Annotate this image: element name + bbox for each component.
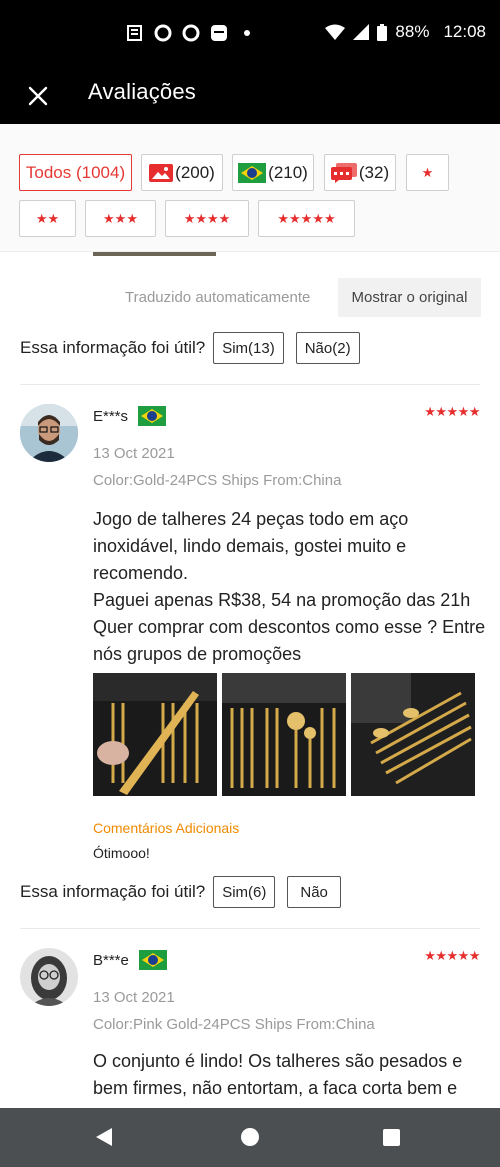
no-button[interactable]: Não(2) [295,332,360,364]
filter-photos[interactable]: (200) [141,154,223,191]
useful-question: Essa informação foi útil? [20,882,206,901]
home-icon[interactable] [241,1128,259,1146]
review-photo-1[interactable] [93,673,217,796]
yes-button[interactable]: Sim(6) [213,876,276,908]
filter-comments-count: (32) [358,162,390,182]
recents-icon[interactable] [383,1129,400,1146]
review-photo-2[interactable] [222,673,346,796]
more-notifications-icon [244,30,250,36]
filter-brazil[interactable]: (210) [232,154,314,191]
close-button[interactable] [18,76,58,116]
review-text: O conjunto é lindo! Os talheres são pesa… [93,1051,463,1098]
filter-comments[interactable]: (32) [324,154,396,191]
auto-translated-label: Traduzido automaticamente [125,289,311,306]
review-variant: Color:Pink Gold-24PCS Ships From:China [93,1016,375,1033]
rating-stars: ★★★★★ [424,404,480,419]
review-date: 13 Oct 2021 [93,989,175,1006]
star-icon: ★ [421,164,434,180]
status-bar: 88% 12:08 [0,0,500,68]
brazil-flag-icon [138,406,167,426]
battery-percent: 88% [395,22,430,41]
review-variant: Color:Gold-24PCS Ships From:China [93,472,342,489]
avatar[interactable] [20,404,78,462]
notification-icons [126,24,250,42]
brazil-flag-icon [238,162,267,183]
additional-comments-label: Comentários Adicionais [93,820,240,836]
reviews-list[interactable]: Traduzido automaticamente Mostrar o orig… [0,252,500,1108]
photo-icon [149,163,174,182]
status-right: 88% 12:08 [325,22,486,42]
stars-icon: ★★★ [103,210,138,226]
reviewer-name: B***e [93,951,129,969]
filter-1-star[interactable]: ★ [406,154,449,191]
reviewer-name: E***s [93,407,129,425]
rating-stars: ★★★★★ [424,948,480,963]
comment-icon [330,162,357,183]
useful-row: Essa informação foi útil? Sim(6) Não [20,876,341,908]
filter-photos-count: (200) [175,162,215,182]
stars-icon: ★★★★ [183,210,231,226]
filter-4-stars[interactable]: ★★★★ [165,200,249,237]
previous-review-photo-edge [93,252,216,256]
additional-comments-text: Ótimooo! [93,845,150,861]
show-original-button[interactable]: Mostrar o original [338,278,481,317]
divider [20,384,480,385]
avatar[interactable] [20,948,78,1006]
circle-app-icon [154,24,172,42]
filter-brazil-count: (210) [268,162,308,182]
news-icon [127,25,142,41]
app-square-icon [211,25,227,41]
circle-app-icon-2 [182,24,200,42]
brazil-flag-icon [138,950,167,970]
signal-icon [353,24,370,40]
review-date: 13 Oct 2021 [93,445,175,462]
app-bar: Avaliações [0,68,500,124]
useful-question: Essa informação foi útil? [20,338,206,357]
filter-2-stars[interactable]: ★★ [19,200,76,237]
no-button[interactable]: Não [287,876,341,908]
useful-row: Essa informação foi útil? Sim(13) Não(2) [20,332,360,364]
filter-all[interactable]: Todos (1004) [19,154,132,191]
translation-row: Traduzido automaticamente Mostrar o orig… [0,278,500,318]
filter-all-label: Todos (1004) [25,162,126,182]
close-icon [28,86,48,106]
clock: 12:08 [443,22,486,41]
filter-5-stars[interactable]: ★★★★★ [258,200,355,237]
stars-icon: ★★ [35,210,60,226]
yes-button[interactable]: Sim(13) [213,332,284,364]
wifi-icon [325,24,346,40]
back-icon[interactable] [96,1128,112,1146]
filter-bar: Todos (1004) (200) (210) (32) ★ ★★ ★★★ ★… [0,124,500,252]
system-nav-bar [0,1108,500,1167]
reviewer-info: B***e [93,950,169,970]
filter-3-stars[interactable]: ★★★ [85,200,156,237]
reviewer-info: E***s [93,406,168,426]
review-text: Jogo de talheres 24 peças todo em aço in… [93,509,486,664]
divider [20,928,480,929]
stars-icon: ★★★★★ [277,210,336,226]
battery-icon [377,23,388,41]
page-title: Avaliações [88,79,196,104]
review-photo-3[interactable] [351,673,475,796]
